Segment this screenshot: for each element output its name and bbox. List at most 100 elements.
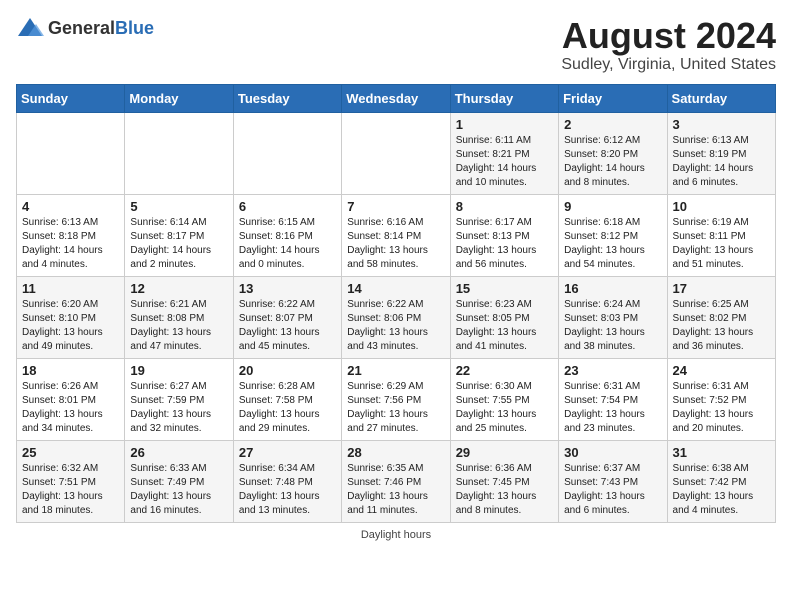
- day-info: Sunrise: 6:27 AM Sunset: 7:59 PM Dayligh…: [130, 380, 227, 436]
- day-info: Sunrise: 6:38 AM Sunset: 7:42 PM Dayligh…: [673, 462, 770, 518]
- calendar-cell: 16 Sunrise: 6:24 AM Sunset: 8:03 PM Dayli…: [559, 276, 667, 358]
- day-number: 28: [347, 445, 444, 460]
- day-info: Sunrise: 6:36 AM Sunset: 7:45 PM Dayligh…: [456, 462, 553, 518]
- day-number: 23: [564, 363, 661, 378]
- calendar-cell: 24 Sunrise: 6:31 AM Sunset: 7:52 PM Dayli…: [667, 358, 775, 440]
- calendar-cell: [125, 112, 233, 194]
- day-info: Sunrise: 6:24 AM Sunset: 8:03 PM Dayligh…: [564, 298, 661, 354]
- day-number: 14: [347, 281, 444, 296]
- day-number: 7: [347, 199, 444, 214]
- day-info: Sunrise: 6:37 AM Sunset: 7:43 PM Dayligh…: [564, 462, 661, 518]
- day-info: Sunrise: 6:15 AM Sunset: 8:16 PM Dayligh…: [239, 216, 336, 272]
- day-number: 27: [239, 445, 336, 460]
- day-number: 1: [456, 117, 553, 132]
- day-info: Sunrise: 6:26 AM Sunset: 8:01 PM Dayligh…: [22, 380, 119, 436]
- day-info: Sunrise: 6:22 AM Sunset: 8:06 PM Dayligh…: [347, 298, 444, 354]
- day-info: Sunrise: 6:31 AM Sunset: 7:54 PM Dayligh…: [564, 380, 661, 436]
- logo: GeneralBlue: [16, 16, 154, 40]
- calendar-cell: 12 Sunrise: 6:21 AM Sunset: 8:08 PM Dayli…: [125, 276, 233, 358]
- calendar-cell: 31 Sunrise: 6:38 AM Sunset: 7:42 PM Dayli…: [667, 440, 775, 522]
- day-number: 13: [239, 281, 336, 296]
- calendar-cell: 18 Sunrise: 6:26 AM Sunset: 8:01 PM Dayli…: [17, 358, 125, 440]
- dow-header-monday: Monday: [125, 84, 233, 112]
- day-info: Sunrise: 6:14 AM Sunset: 8:17 PM Dayligh…: [130, 216, 227, 272]
- day-number: 21: [347, 363, 444, 378]
- calendar-cell: 22Sunrise: 6:30 AM Sunset: 7:55 PM Dayli…: [450, 358, 558, 440]
- day-info: Sunrise: 6:16 AM Sunset: 8:14 PM Dayligh…: [347, 216, 444, 272]
- day-info: Sunrise: 6:13 AM Sunset: 8:18 PM Dayligh…: [22, 216, 119, 272]
- calendar-table: SundayMondayTuesdayWednesdayThursdayFrid…: [16, 84, 776, 523]
- day-info: Sunrise: 6:22 AM Sunset: 8:07 PM Dayligh…: [239, 298, 336, 354]
- calendar-cell: 9 Sunrise: 6:18 AM Sunset: 8:12 PM Daylig…: [559, 194, 667, 276]
- calendar-cell: 28 Sunrise: 6:35 AM Sunset: 7:46 PM Dayli…: [342, 440, 450, 522]
- day-info: Sunrise: 6:28 AM Sunset: 7:58 PM Dayligh…: [239, 380, 336, 436]
- calendar-cell: 11 Sunrise: 6:20 AM Sunset: 8:10 PM Dayli…: [17, 276, 125, 358]
- calendar-cell: [17, 112, 125, 194]
- day-number: 12: [130, 281, 227, 296]
- day-info: Sunrise: 6:21 AM Sunset: 8:08 PM Dayligh…: [130, 298, 227, 354]
- day-number: 24: [673, 363, 770, 378]
- day-number: 5: [130, 199, 227, 214]
- day-number: 29: [456, 445, 553, 460]
- dow-header-friday: Friday: [559, 84, 667, 112]
- dow-header-tuesday: Tuesday: [233, 84, 341, 112]
- calendar-cell: 25 Sunrise: 6:32 AM Sunset: 7:51 PM Dayli…: [17, 440, 125, 522]
- day-info: Sunrise: 6:25 AM Sunset: 8:02 PM Dayligh…: [673, 298, 770, 354]
- dow-header-sunday: Sunday: [17, 84, 125, 112]
- calendar-cell: 8 Sunrise: 6:17 AM Sunset: 8:13 PM Daylig…: [450, 194, 558, 276]
- calendar-cell: 7 Sunrise: 6:16 AM Sunset: 8:14 PM Daylig…: [342, 194, 450, 276]
- day-number: 25: [22, 445, 119, 460]
- day-info: Sunrise: 6:17 AM Sunset: 8:13 PM Dayligh…: [456, 216, 553, 272]
- dow-header-saturday: Saturday: [667, 84, 775, 112]
- calendar-cell: 20 Sunrise: 6:28 AM Sunset: 7:58 PM Dayli…: [233, 358, 341, 440]
- calendar-cell: 14 Sunrise: 6:22 AM Sunset: 8:06 PM Dayli…: [342, 276, 450, 358]
- daylight-label: Daylight hours: [361, 529, 431, 541]
- calendar-cell: 3Sunrise: 6:13 AM Sunset: 8:19 PM Daylig…: [667, 112, 775, 194]
- day-info: Sunrise: 6:29 AM Sunset: 7:56 PM Dayligh…: [347, 380, 444, 436]
- day-info: Sunrise: 6:35 AM Sunset: 7:46 PM Dayligh…: [347, 462, 444, 518]
- day-number: 11: [22, 281, 119, 296]
- calendar-cell: 15Sunrise: 6:23 AM Sunset: 8:05 PM Dayli…: [450, 276, 558, 358]
- day-info: Sunrise: 6:34 AM Sunset: 7:48 PM Dayligh…: [239, 462, 336, 518]
- dow-header-thursday: Thursday: [450, 84, 558, 112]
- day-number: 4: [22, 199, 119, 214]
- logo-icon: [16, 16, 44, 40]
- calendar-cell: 29 Sunrise: 6:36 AM Sunset: 7:45 PM Dayli…: [450, 440, 558, 522]
- day-number: 10: [673, 199, 770, 214]
- day-number: 20: [239, 363, 336, 378]
- calendar-cell: 6 Sunrise: 6:15 AM Sunset: 8:16 PM Daylig…: [233, 194, 341, 276]
- calendar-cell: 27 Sunrise: 6:34 AM Sunset: 7:48 PM Dayli…: [233, 440, 341, 522]
- day-number: 8: [456, 199, 553, 214]
- day-number: 31: [673, 445, 770, 460]
- title-area: August 2024 Sudley, Virginia, United Sta…: [561, 16, 776, 74]
- day-number: 6: [239, 199, 336, 214]
- footer-note: Daylight hours: [16, 529, 776, 541]
- day-number: 18: [22, 363, 119, 378]
- calendar-cell: 13 Sunrise: 6:22 AM Sunset: 8:07 PM Dayli…: [233, 276, 341, 358]
- page-header: GeneralBlue August 2024 Sudley, Virginia…: [16, 16, 776, 74]
- day-info: Sunrise: 6:32 AM Sunset: 7:51 PM Dayligh…: [22, 462, 119, 518]
- day-info: Sunrise: 6:33 AM Sunset: 7:49 PM Dayligh…: [130, 462, 227, 518]
- calendar-cell: 21 Sunrise: 6:29 AM Sunset: 7:56 PM Dayli…: [342, 358, 450, 440]
- calendar-cell: 17 Sunrise: 6:25 AM Sunset: 8:02 PM Dayli…: [667, 276, 775, 358]
- day-number: 9: [564, 199, 661, 214]
- day-number: 3: [673, 117, 770, 132]
- calendar-cell: 30 Sunrise: 6:37 AM Sunset: 7:43 PM Dayli…: [559, 440, 667, 522]
- calendar-cell: 19 Sunrise: 6:27 AM Sunset: 7:59 PM Dayli…: [125, 358, 233, 440]
- logo-blue: Blue: [115, 18, 154, 38]
- calendar-cell: 23 Sunrise: 6:31 AM Sunset: 7:54 PM Dayli…: [559, 358, 667, 440]
- day-info: Sunrise: 6:23 AM Sunset: 8:05 PM Dayligh…: [456, 298, 553, 354]
- day-number: 30: [564, 445, 661, 460]
- dow-header-wednesday: Wednesday: [342, 84, 450, 112]
- day-number: 19: [130, 363, 227, 378]
- day-info: Sunrise: 6:18 AM Sunset: 8:12 PM Dayligh…: [564, 216, 661, 272]
- calendar-cell: 26Sunrise: 6:33 AM Sunset: 7:49 PM Dayli…: [125, 440, 233, 522]
- calendar-cell: 1 Sunrise: 6:11 AM Sunset: 8:21 PM Daylig…: [450, 112, 558, 194]
- day-number: 16: [564, 281, 661, 296]
- day-info: Sunrise: 6:11 AM Sunset: 8:21 PM Dayligh…: [456, 134, 553, 190]
- day-info: Sunrise: 6:20 AM Sunset: 8:10 PM Dayligh…: [22, 298, 119, 354]
- calendar-cell: 5 Sunrise: 6:14 AM Sunset: 8:17 PM Daylig…: [125, 194, 233, 276]
- day-number: 17: [673, 281, 770, 296]
- logo-general: General: [48, 18, 115, 38]
- day-info: Sunrise: 6:31 AM Sunset: 7:52 PM Dayligh…: [673, 380, 770, 436]
